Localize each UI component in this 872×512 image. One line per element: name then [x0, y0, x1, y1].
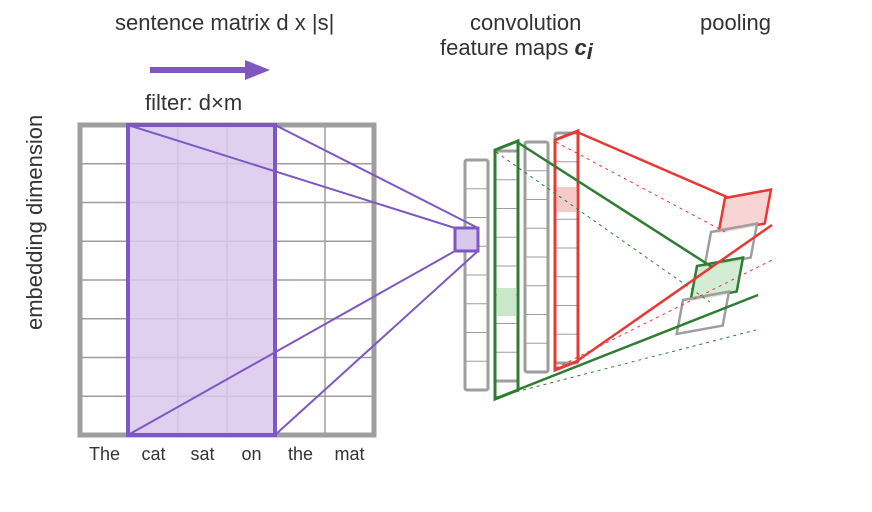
- token-1: cat: [141, 444, 165, 464]
- filter-label: filter: d×m: [145, 90, 242, 115]
- title-pooling: pooling: [700, 10, 771, 35]
- title-conv-line1: convolution: [470, 10, 581, 35]
- token-5: mat: [334, 444, 364, 464]
- feature-map-0: [465, 160, 488, 390]
- title-conv-line2: feature maps ci: [440, 35, 594, 64]
- filter-arrow: [150, 60, 270, 80]
- pool-cell-3: [677, 292, 729, 334]
- token-4: the: [288, 444, 313, 464]
- title-matrix: sentence matrix d x |s|: [115, 10, 334, 35]
- token-0: The: [89, 444, 120, 464]
- feature-map-2: [525, 142, 548, 372]
- y-axis-label: embedding dimension: [22, 115, 47, 330]
- feature-map-1: [495, 151, 518, 381]
- token-3: on: [241, 444, 261, 464]
- token-labels: The cat sat on the mat: [89, 444, 365, 464]
- pooling-stack: [677, 190, 771, 334]
- filter-window: [128, 125, 275, 435]
- token-2: sat: [190, 444, 214, 464]
